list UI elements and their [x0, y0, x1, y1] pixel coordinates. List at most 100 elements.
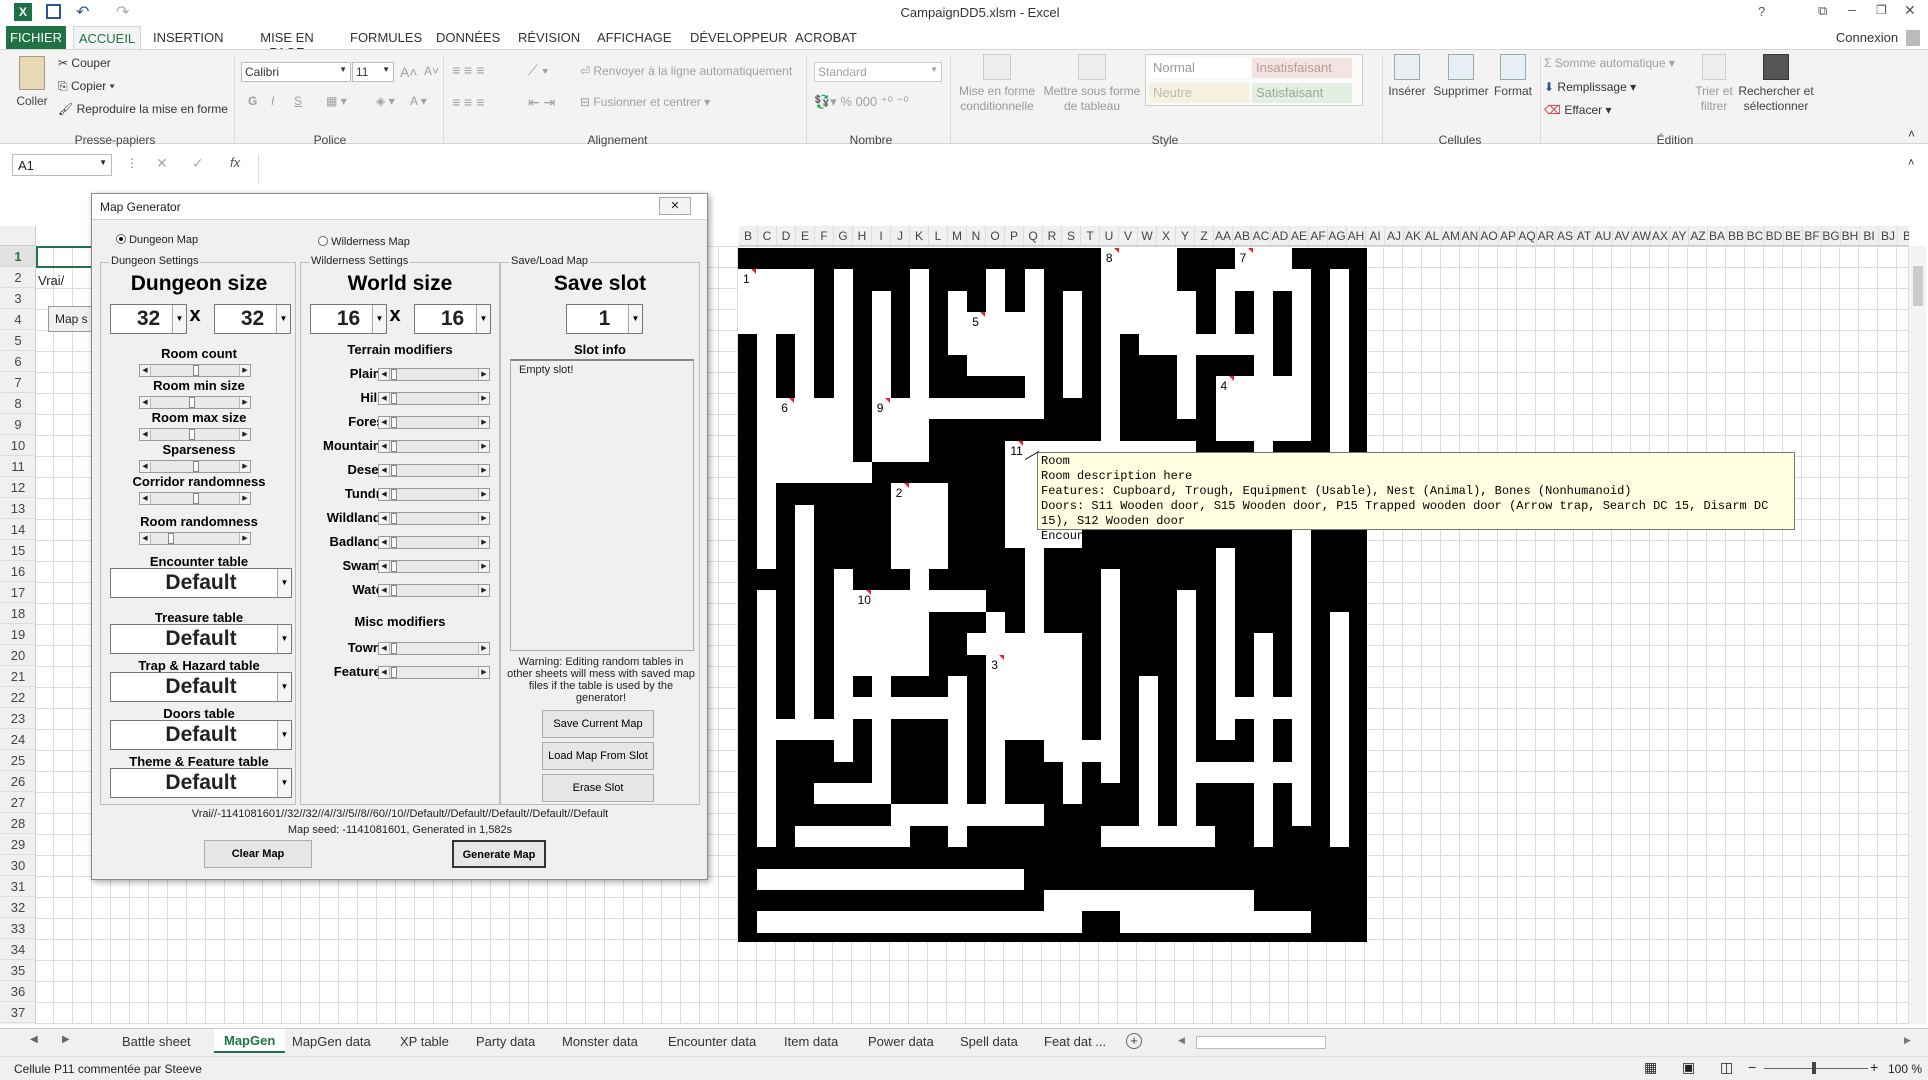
fill-color-icon[interactable]: ◈ ▾	[376, 94, 395, 108]
column-header-bj[interactable]: BJ	[1879, 226, 1898, 245]
column-header-al[interactable]: AL	[1423, 226, 1442, 245]
column-header-am[interactable]: AM	[1442, 226, 1461, 245]
slider-terrain-plains[interactable]: ◀ ▶	[378, 368, 490, 381]
font-name-select[interactable]: Calibri ▼	[241, 62, 351, 82]
slider-left-arrow-icon[interactable]: ◀	[379, 643, 390, 654]
sheet-tab-battle-sheet[interactable]: Battle sheet	[122, 1034, 191, 1049]
row-header-16[interactable]: 16	[0, 561, 36, 582]
row-header-5[interactable]: 5	[0, 330, 36, 351]
font-color-icon[interactable]: A ▾	[410, 94, 427, 108]
sheet-tab-mapgen[interactable]: MapGen	[214, 1029, 286, 1053]
column-header-t[interactable]: T	[1081, 226, 1100, 245]
row-header-4[interactable]: 4	[0, 309, 36, 330]
signin-link[interactable]: Connexion	[1834, 30, 1900, 45]
clear-map-button[interactable]: Clear Map	[204, 840, 312, 868]
slider-room-max-size[interactable]: ◀ ▶	[139, 428, 251, 441]
column-header-as[interactable]: AS	[1556, 226, 1575, 245]
column-header-bb[interactable]: BB	[1727, 226, 1746, 245]
room-3[interactable]: 3	[986, 654, 1063, 741]
row-header-37[interactable]: 37	[0, 1002, 36, 1023]
column-header-x[interactable]: X	[1157, 226, 1176, 245]
slider-left-arrow-icon[interactable]: ◀	[379, 513, 390, 524]
slider-left-arrow-icon[interactable]: ◀	[140, 461, 151, 472]
column-header-bi[interactable]: BI	[1860, 226, 1879, 245]
page-layout-icon[interactable]: ▣	[1682, 1059, 1695, 1076]
tab-formules[interactable]: FORMULES	[350, 30, 422, 45]
slider-thumb[interactable]	[168, 533, 175, 544]
undo-icon[interactable]: ↶	[76, 2, 89, 22]
room-6[interactable]: 6	[776, 397, 853, 462]
row-header-10[interactable]: 10	[0, 435, 36, 456]
row-header-9[interactable]: 9	[0, 414, 36, 435]
currency-icon[interactable]: 💱▾ % 000 ⁺⁰ ⁻⁰	[814, 94, 909, 110]
row-header-25[interactable]: 25	[0, 750, 36, 771]
column-header-ae[interactable]: AE	[1290, 226, 1309, 245]
column-header-aq[interactable]: AQ	[1518, 226, 1537, 245]
italic-icon[interactable]: I	[271, 94, 274, 108]
column-header-d[interactable]: D	[777, 226, 796, 245]
column-header-f[interactable]: F	[815, 226, 834, 245]
column-header-q[interactable]: Q	[1024, 226, 1043, 245]
slider-left-arrow-icon[interactable]: ◀	[379, 441, 390, 452]
column-header-at[interactable]: AT	[1575, 226, 1594, 245]
indent-icon[interactable]: ⇤ ⇥	[528, 94, 555, 111]
column-header-ab[interactable]: AB	[1233, 226, 1252, 245]
slider-right-arrow-icon[interactable]: ▶	[239, 397, 250, 408]
cell-a2[interactable]: Vrai/	[38, 273, 64, 288]
row-header-14[interactable]: 14	[0, 519, 36, 540]
slider-thumb[interactable]	[391, 585, 397, 596]
column-header-e[interactable]: E	[796, 226, 815, 245]
slider-left-arrow-icon[interactable]: ◀	[379, 561, 390, 572]
select-theme-feature-table[interactable]: Default ▼	[110, 768, 292, 798]
row-header-3[interactable]: 3	[0, 288, 36, 309]
borders-icon[interactable]: ▦ ▾	[326, 94, 347, 108]
world-height-select[interactable]: 16 ▼	[414, 304, 491, 334]
slider-right-arrow-icon[interactable]: ▶	[478, 465, 489, 476]
select-trap-hazard-table[interactable]: Default ▼	[110, 672, 292, 702]
column-header-ar[interactable]: AR	[1537, 226, 1556, 245]
column-header-s[interactable]: S	[1062, 226, 1081, 245]
radio-dungeon-map[interactable]: Dungeon Map	[116, 234, 198, 246]
load-map-button[interactable]: Load Map From Slot	[542, 742, 654, 770]
column-header-ad[interactable]: AD	[1271, 226, 1290, 245]
column-header-ax[interactable]: AX	[1651, 226, 1670, 245]
slider-room-randomness[interactable]: ◀ ▶	[139, 532, 251, 545]
row-header-26[interactable]: 26	[0, 771, 36, 792]
name-box[interactable]: A1 ▼	[12, 154, 112, 176]
slider-right-arrow-icon[interactable]: ▶	[478, 393, 489, 404]
normal-view-icon[interactable]: ▦	[1644, 1059, 1657, 1076]
room-8[interactable]: 8	[1100, 248, 1178, 334]
row-header-35[interactable]: 35	[0, 960, 36, 981]
row-header-24[interactable]: 24	[0, 729, 36, 750]
column-header-h[interactable]: H	[853, 226, 872, 245]
find-select-button[interactable]: Rechercher et sélectionner	[1738, 54, 1814, 114]
cancel-entry-icon[interactable]: ✕	[156, 155, 168, 172]
sheet-tab-monster-data[interactable]: Monster data	[562, 1034, 638, 1049]
column-header-ap[interactable]: AP	[1499, 226, 1518, 245]
insert-function-icon[interactable]: fx	[230, 155, 240, 170]
column-header-o[interactable]: O	[986, 226, 1005, 245]
slider-right-arrow-icon[interactable]: ▶	[239, 461, 250, 472]
column-header-l[interactable]: L	[929, 226, 948, 245]
underline-icon[interactable]: S	[294, 94, 302, 108]
column-header-k[interactable]: K	[910, 226, 929, 245]
row-header-34[interactable]: 34	[0, 939, 36, 960]
column-header-bg[interactable]: BG	[1822, 226, 1841, 245]
row-header-12[interactable]: 12	[0, 477, 36, 498]
vscroll-thumb[interactable]	[1913, 266, 1923, 306]
hscroll-right-icon[interactable]: ▶	[1904, 1035, 1911, 1046]
column-header-u[interactable]: U	[1100, 226, 1119, 245]
slider-room-count[interactable]: ◀ ▶	[139, 364, 251, 377]
column-header-j[interactable]: J	[891, 226, 910, 245]
row-header-13[interactable]: 13	[0, 498, 36, 519]
save-current-map-button[interactable]: Save Current Map	[542, 710, 654, 738]
zoom-level[interactable]: 100 %	[1888, 1062, 1922, 1076]
slider-misc-towns[interactable]: ◀ ▶	[378, 642, 490, 655]
autosum-button[interactable]: Σ Somme automatique ▾	[1544, 56, 1675, 70]
column-header-c[interactable]: C	[758, 226, 777, 245]
column-header-aw[interactable]: AW	[1632, 226, 1651, 245]
slider-terrain-swamp[interactable]: ◀ ▶	[378, 560, 490, 573]
row-header-7[interactable]: 7	[0, 372, 36, 393]
row-header-15[interactable]: 15	[0, 540, 36, 561]
paste-button[interactable]: Coller	[12, 56, 52, 109]
